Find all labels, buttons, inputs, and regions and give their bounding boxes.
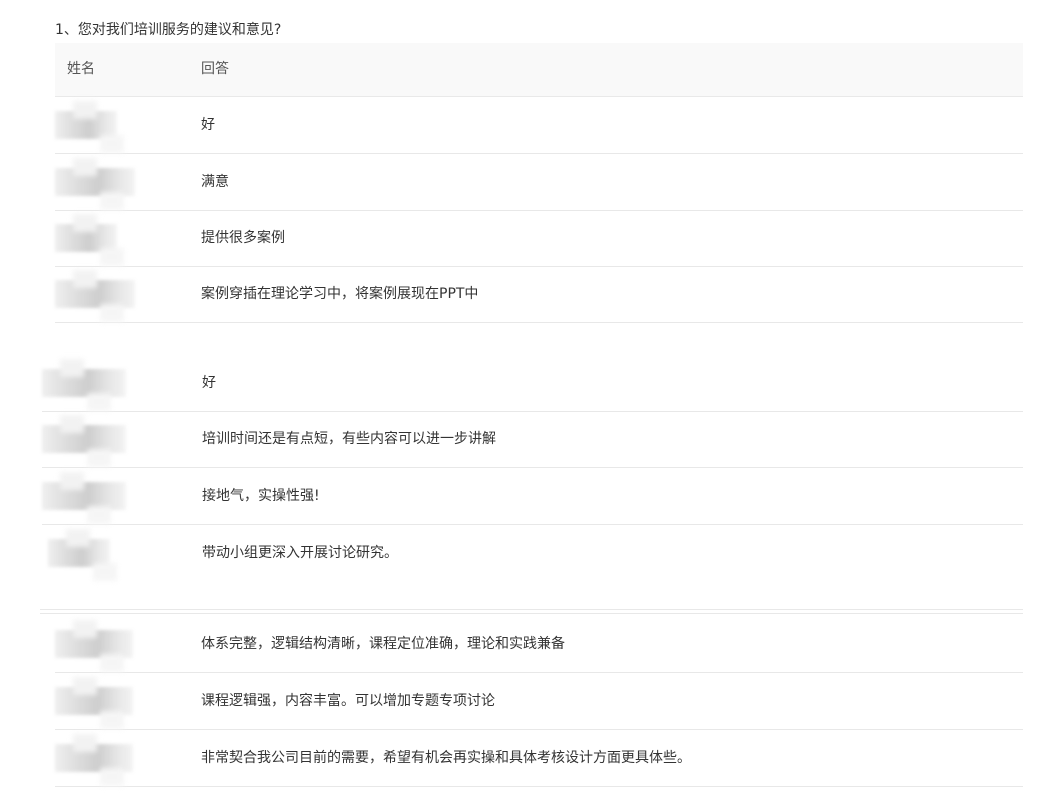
answer-cell: 好 bbox=[202, 375, 216, 391]
answer-cell: 非常契合我公司目前的需要，希望有机会再实操和具体考核设计方面更具体些。 bbox=[201, 750, 691, 766]
answer-cell: 接地气，实操性强! bbox=[202, 488, 320, 504]
name-redacted bbox=[55, 111, 117, 139]
name-redacted bbox=[48, 539, 110, 567]
name-redacted bbox=[55, 280, 135, 308]
answer-cell: 体系完整，逻辑结构清晰，课程定位准确，理论和实践兼备 bbox=[201, 636, 565, 652]
group-divider bbox=[40, 613, 1023, 614]
question-title: 1、您对我们培训服务的建议和意见? bbox=[55, 22, 282, 38]
group-divider bbox=[40, 609, 1023, 610]
answer-cell: 课程逻辑强，内容丰富。可以增加专题专项讨论 bbox=[201, 693, 495, 709]
table-row: 非常契合我公司目前的需要，希望有机会再实操和具体考核设计方面更具体些。 bbox=[55, 730, 1023, 787]
table-row: 体系完整，逻辑结构清晰，课程定位准确，理论和实践兼备 bbox=[55, 616, 1023, 673]
table-row: 带动小组更深入开展讨论研究。 bbox=[42, 525, 1023, 581]
answer-cell: 带动小组更深入开展讨论研究。 bbox=[202, 545, 398, 561]
column-header-name: 姓名 bbox=[67, 61, 95, 77]
answer-cell: 提供很多案例 bbox=[201, 230, 285, 246]
name-redacted bbox=[55, 224, 117, 252]
name-redacted bbox=[42, 482, 126, 510]
answer-cell: 好 bbox=[201, 117, 215, 133]
column-header-answer: 回答 bbox=[201, 61, 229, 77]
name-redacted bbox=[55, 687, 133, 715]
table-row: 接地气，实操性强! bbox=[42, 468, 1023, 525]
answer-cell: 满意 bbox=[201, 174, 229, 190]
name-redacted bbox=[42, 369, 126, 397]
table-row: 课程逻辑强，内容丰富。可以增加专题专项讨论 bbox=[55, 673, 1023, 730]
table-row: 案例穿插在理论学习中，将案例展现在PPT中 bbox=[55, 266, 1023, 323]
answer-cell: 案例穿插在理论学习中，将案例展现在PPT中 bbox=[201, 286, 479, 302]
name-redacted bbox=[55, 630, 133, 658]
table-row: 提供很多案例 bbox=[55, 210, 1023, 267]
name-redacted bbox=[55, 744, 133, 772]
table-row: 好 bbox=[42, 355, 1023, 412]
name-redacted bbox=[55, 168, 135, 196]
name-redacted bbox=[42, 425, 126, 453]
table-header: 姓名 回答 bbox=[55, 43, 1023, 97]
table-row: 满意 bbox=[55, 154, 1023, 211]
table-row: 培训时间还是有点短，有些内容可以进一步讲解 bbox=[42, 411, 1023, 468]
table-row: 好 bbox=[55, 97, 1023, 154]
answer-cell: 培训时间还是有点短，有些内容可以进一步讲解 bbox=[202, 431, 496, 447]
